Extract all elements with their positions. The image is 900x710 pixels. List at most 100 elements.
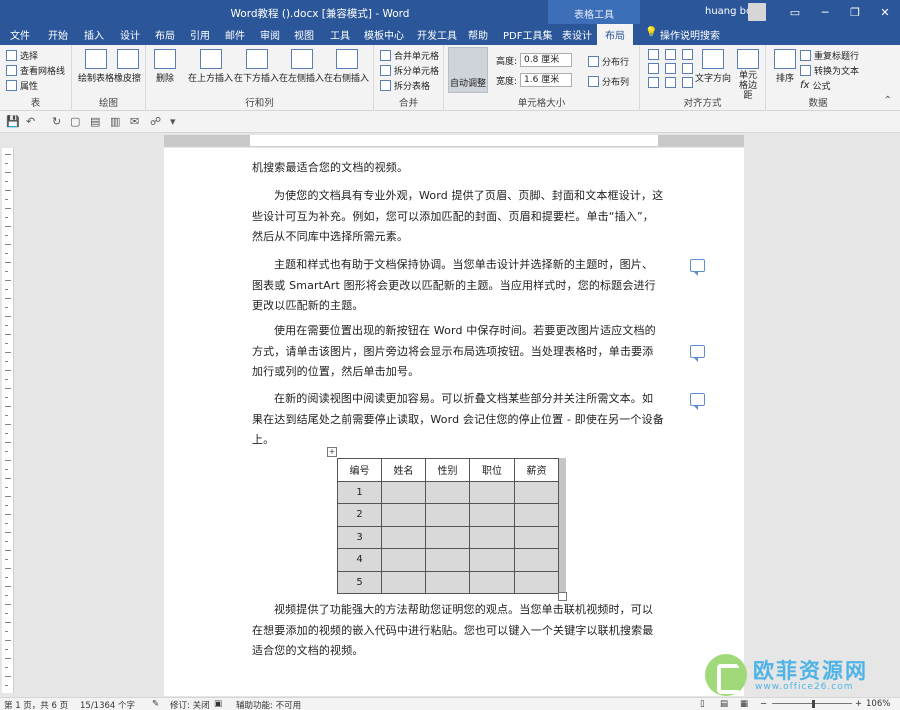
table-cell[interactable] — [469, 503, 515, 527]
row-number-cell[interactable]: 4 — [337, 548, 382, 572]
zoom-level[interactable]: 106% — [866, 699, 890, 709]
tab-table-design[interactable]: 表设计 — [562, 27, 592, 42]
properties-button[interactable]: 属性 — [6, 79, 38, 92]
paragraph[interactable]: 主题和样式也有助于文档保持协调。当您单击设计并选择新的主题时，图片、图表或 Sm… — [252, 255, 664, 317]
autofit-button[interactable]: 自动调整 — [448, 47, 488, 93]
insert-below-button[interactable]: 在下方插入 — [234, 49, 279, 84]
delete-button[interactable]: 删除 — [154, 49, 176, 84]
align-middle-right-icon[interactable] — [682, 63, 693, 74]
ribbon-display-icon[interactable]: ▭ — [780, 0, 810, 24]
zoom-slider-thumb[interactable] — [812, 700, 815, 708]
vertical-ruler[interactable] — [2, 148, 14, 693]
tab-mailings[interactable]: 邮件 — [225, 27, 245, 42]
undo-icon[interactable]: ↶ — [26, 115, 35, 128]
touch-mode-icon[interactable]: ☍ — [150, 115, 161, 128]
sort-button[interactable]: 排序 — [774, 49, 796, 84]
print-layout-icon[interactable]: ▤ — [720, 699, 728, 709]
convert-to-text-button[interactable]: 转换为文本 — [800, 64, 859, 77]
align-center-icon[interactable] — [665, 63, 676, 74]
comment-icon[interactable] — [690, 345, 705, 362]
table-header-cell[interactable]: 性别 — [425, 458, 470, 482]
table-cell[interactable] — [514, 570, 559, 594]
web-layout-icon[interactable]: ▦ — [740, 699, 748, 709]
tab-design[interactable]: 设计 — [120, 27, 140, 42]
data-table[interactable]: 编号 姓名 性别 职位 薪资 1 2 3 4 5 — [337, 458, 559, 594]
table-cell[interactable] — [381, 570, 426, 594]
table-cell[interactable] — [514, 503, 559, 527]
open-icon[interactable]: ▤ — [90, 115, 100, 128]
macro-icon[interactable]: ▣ — [214, 699, 222, 709]
save-icon[interactable]: 💾 — [6, 115, 20, 128]
table-cell[interactable] — [381, 480, 426, 504]
tab-templates[interactable]: 模板中心 — [364, 27, 404, 42]
avatar[interactable] — [748, 3, 766, 21]
track-changes-status[interactable]: 修订: 关闭 — [170, 699, 210, 710]
paragraph[interactable]: 在新的阅读视图中阅读更加容易。可以折叠文档某些部分并关注所需文本。如果在达到结尾… — [252, 389, 664, 451]
align-top-left-icon[interactable] — [648, 49, 659, 60]
height-input[interactable]: 0.8 厘米 — [520, 53, 573, 67]
table-move-handle[interactable]: + — [327, 447, 337, 457]
proofing-icon[interactable]: ✎ — [152, 699, 159, 709]
distribute-rows-button[interactable]: 分布行 — [588, 55, 629, 68]
height-field[interactable]: 高度: 0.8 厘米 — [496, 53, 573, 67]
tab-view[interactable]: 视图 — [294, 27, 314, 42]
table-cell[interactable] — [425, 503, 470, 527]
align-middle-left-icon[interactable] — [648, 63, 659, 74]
insert-right-button[interactable]: 在右侧插入 — [324, 49, 369, 84]
comment-icon[interactable] — [690, 393, 705, 410]
table-cell[interactable] — [469, 570, 515, 594]
align-top-center-icon[interactable] — [665, 49, 676, 60]
table-cell[interactable] — [469, 548, 515, 572]
split-table-button[interactable]: 拆分表格 — [380, 79, 430, 92]
split-cells-button[interactable]: 拆分单元格 — [380, 64, 439, 77]
table-cell[interactable] — [469, 480, 515, 504]
tab-pdf[interactable]: PDF工具集 — [503, 27, 552, 42]
close-icon[interactable]: ✕ — [870, 0, 900, 24]
zoom-out-icon[interactable]: − — [760, 699, 767, 709]
table-header-cell[interactable]: 编号 — [337, 458, 382, 482]
minimize-icon[interactable]: ─ — [810, 0, 840, 24]
table-header-cell[interactable]: 薪资 — [514, 458, 559, 482]
paragraph[interactable]: 机搜索最适合您的文档的视频。 — [252, 158, 664, 179]
formula-button[interactable]: fx 公式 — [800, 79, 830, 92]
zoom-in-icon[interactable]: + — [855, 699, 862, 709]
accessibility-status[interactable]: 辅助功能: 不可用 — [236, 699, 301, 710]
width-field[interactable]: 宽度: 1.6 厘米 — [496, 73, 573, 87]
draw-table-button[interactable]: 绘制表格 — [78, 49, 114, 84]
row-number-cell[interactable]: 5 — [337, 570, 382, 594]
row-number-cell[interactable]: 3 — [337, 525, 382, 549]
table-cell[interactable] — [381, 503, 426, 527]
repeat-header-button[interactable]: 重复标题行 — [800, 49, 859, 62]
row-number-cell[interactable]: 2 — [337, 503, 382, 527]
tab-insert[interactable]: 插入 — [84, 27, 104, 42]
eraser-button[interactable]: 橡皮擦 — [114, 49, 141, 84]
gridlines-button[interactable]: 查看网格线 — [6, 64, 65, 77]
table-cell[interactable] — [425, 480, 470, 504]
table-cell[interactable] — [381, 548, 426, 572]
width-input[interactable]: 1.6 厘米 — [520, 73, 573, 87]
align-top-right-icon[interactable] — [682, 49, 693, 60]
table-header-cell[interactable]: 姓名 — [381, 458, 426, 482]
merge-cells-button[interactable]: 合并单元格 — [380, 49, 439, 62]
table-cell[interactable] — [514, 548, 559, 572]
align-bottom-left-icon[interactable] — [648, 77, 659, 88]
paragraph[interactable]: 为使您的文档具有专业外观，Word 提供了页眉、页脚、封面和文本框设计，这些设计… — [252, 186, 664, 248]
collapse-ribbon-icon[interactable]: ⌃ — [884, 95, 892, 106]
tab-layout[interactable]: 布局 — [155, 27, 175, 42]
distribute-cols-button[interactable]: 分布列 — [588, 75, 629, 88]
table-header-cell[interactable]: 职位 — [469, 458, 515, 482]
row-number-cell[interactable]: 1 — [337, 480, 382, 504]
table-cell[interactable] — [381, 525, 426, 549]
align-bottom-right-icon[interactable] — [682, 77, 693, 88]
table-cell[interactable] — [469, 525, 515, 549]
user-name[interactable]: huang bo — [705, 6, 752, 17]
cell-margins-button[interactable]: 单元格边距 — [736, 49, 760, 101]
tab-file[interactable]: 文件 — [10, 27, 30, 42]
tab-help[interactable]: 帮助 — [468, 27, 488, 42]
new-doc-icon[interactable]: ▢ — [70, 115, 80, 128]
text-direction-button[interactable]: 文字方向 — [695, 49, 731, 84]
restore-icon[interactable]: ❐ — [840, 0, 870, 24]
tell-me-search[interactable]: 操作说明搜索 — [660, 27, 720, 42]
table-cell[interactable] — [425, 525, 470, 549]
table-cell[interactable] — [425, 570, 470, 594]
